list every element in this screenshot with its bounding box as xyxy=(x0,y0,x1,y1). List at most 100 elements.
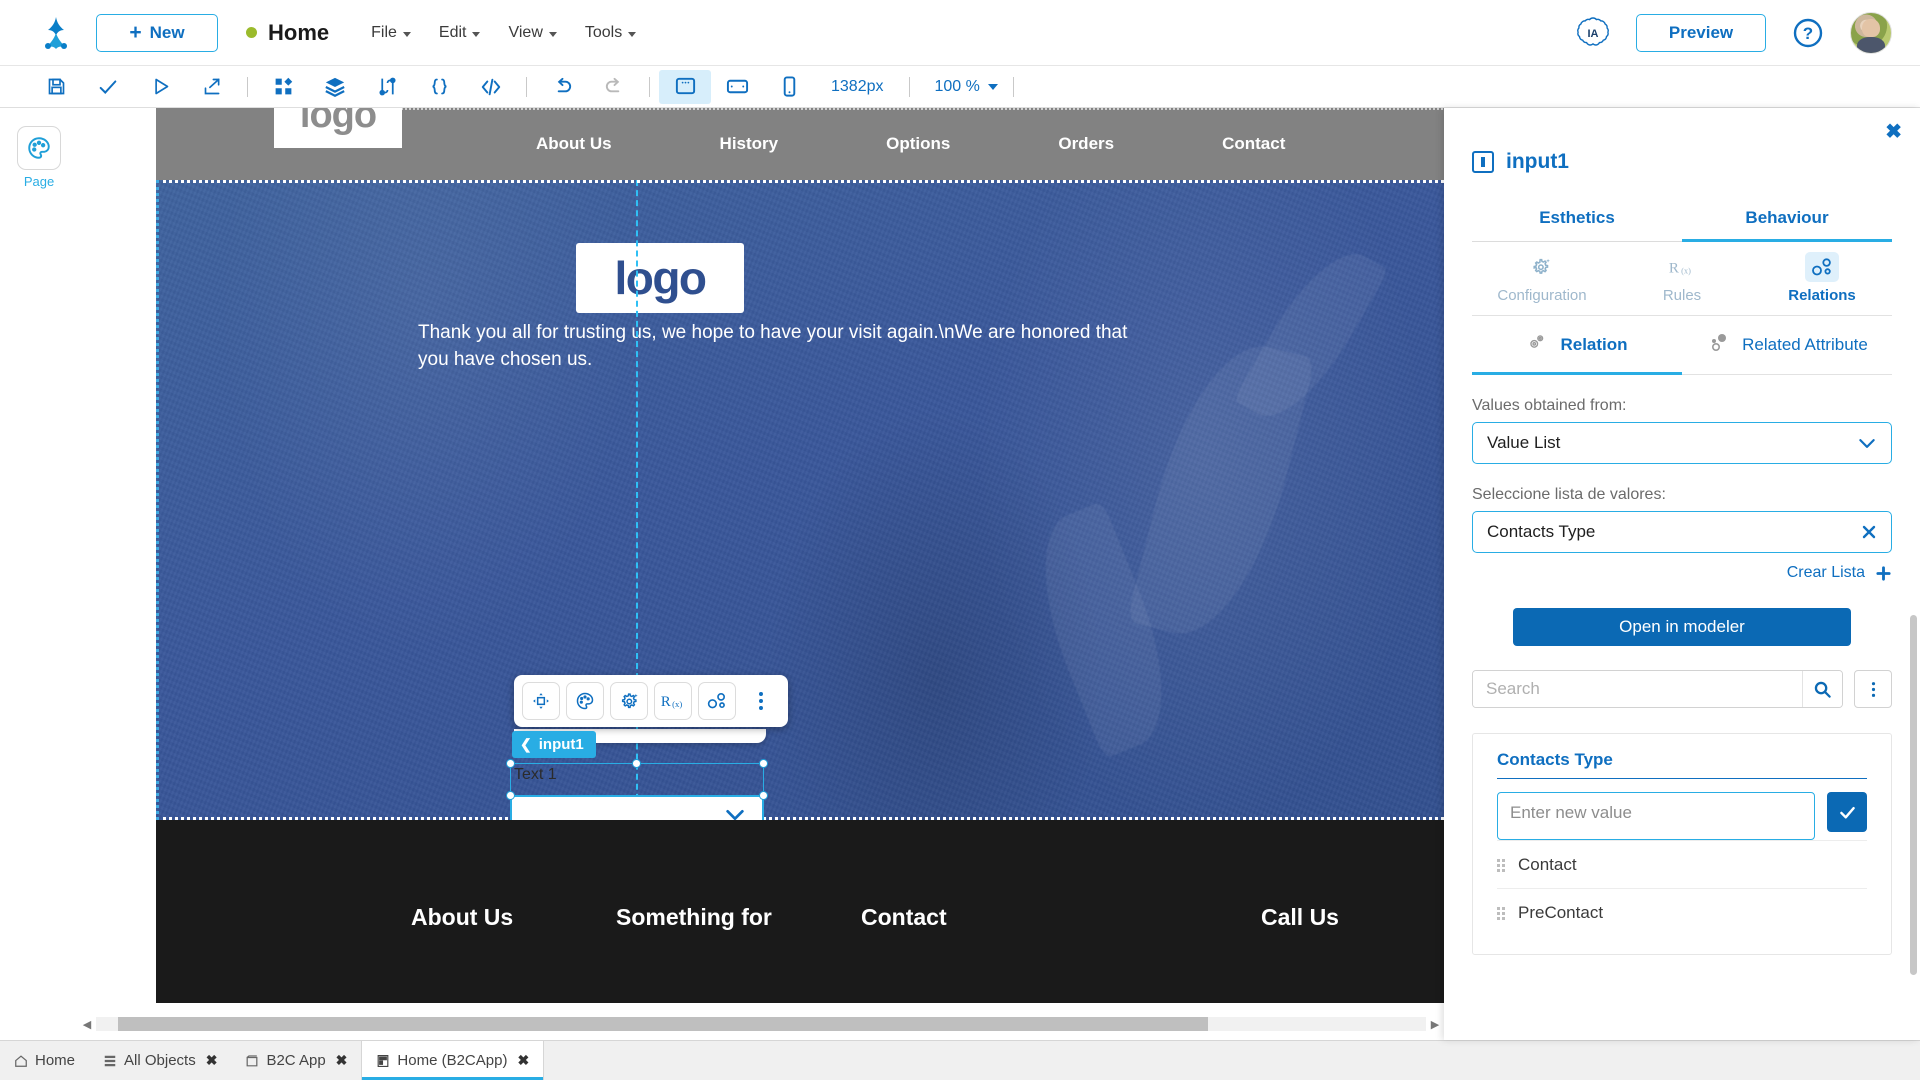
search-icon[interactable] xyxy=(1802,671,1842,707)
desktop-view-icon[interactable] xyxy=(659,70,711,104)
canvas-horizontal-scrollbar[interactable]: ◀ ▶ xyxy=(78,1016,1444,1032)
svg-text:?: ? xyxy=(1803,24,1813,43)
menu-file-label: File xyxy=(371,24,397,42)
page-title: Home xyxy=(268,20,329,46)
hero-logo[interactable]: logo xyxy=(576,243,744,313)
scroll-right-arrow[interactable]: ▶ xyxy=(1426,1018,1444,1031)
variables-icon[interactable] xyxy=(361,70,413,104)
bottom-tab-home-b2capp[interactable]: Home (B2CApp) ✖ xyxy=(361,1041,544,1080)
rules-icon[interactable]: R(x) xyxy=(654,682,692,720)
bottom-tab-home[interactable]: Home xyxy=(0,1041,89,1080)
menu-tools-label: Tools xyxy=(585,24,622,42)
nav-history[interactable]: History xyxy=(720,134,779,154)
list-item[interactable]: Contact xyxy=(1497,840,1867,888)
layers-icon[interactable] xyxy=(309,70,361,104)
design-canvas[interactable]: logo About Us History Options Orders Con… xyxy=(78,108,1444,1040)
new-button[interactable]: + New xyxy=(96,14,218,52)
footer-col-something-for: Something for xyxy=(616,904,861,931)
configuration-icon[interactable] xyxy=(610,682,648,720)
resize-handle[interactable] xyxy=(759,791,768,800)
selected-element-badge[interactable]: ❮ input1 xyxy=(512,731,596,758)
relations-icon[interactable] xyxy=(698,682,736,720)
search-options-kebab-icon[interactable] xyxy=(1854,670,1892,708)
subtab-related-attribute[interactable]: Related Attribute xyxy=(1682,316,1892,374)
resize-handle[interactable] xyxy=(506,759,515,768)
nav-options[interactable]: Options xyxy=(886,134,950,154)
undo-icon[interactable] xyxy=(536,70,588,104)
menu-tools[interactable]: Tools xyxy=(585,24,636,42)
subtab-relation[interactable]: Relation xyxy=(1472,316,1682,374)
list-icon xyxy=(103,1054,117,1068)
ia-badge-icon[interactable]: IA xyxy=(1576,16,1610,50)
list-item[interactable]: PreContact xyxy=(1497,888,1867,936)
toolbar-divider xyxy=(1013,77,1014,97)
resize-handle[interactable] xyxy=(759,759,768,768)
scrollbar-track[interactable] xyxy=(96,1017,1426,1031)
hero-section[interactable]: logo Thank you all for trusting us, we h… xyxy=(156,180,1444,820)
more-vertical-icon[interactable] xyxy=(742,682,780,720)
search-box[interactable] xyxy=(1472,670,1843,708)
drag-handle-icon[interactable] xyxy=(1497,859,1505,872)
scroll-left-arrow[interactable]: ◀ xyxy=(78,1018,96,1031)
value-list-label: Seleccione lista de valores: xyxy=(1472,486,1892,504)
run-icon[interactable] xyxy=(134,70,186,104)
nav-contact[interactable]: Contact xyxy=(1222,134,1285,154)
menu-view[interactable]: View xyxy=(508,24,556,42)
braces-icon[interactable] xyxy=(413,70,465,104)
rail-item-page[interactable]: Page xyxy=(17,126,61,189)
value-list-select[interactable]: Contacts Type xyxy=(1472,511,1892,553)
related-attribute-icon xyxy=(1706,331,1730,358)
subtab-rules[interactable]: R(x) Rules xyxy=(1612,242,1752,315)
resize-handle[interactable] xyxy=(506,791,515,800)
export-icon[interactable] xyxy=(186,70,238,104)
open-in-modeler-button[interactable]: Open in modeler xyxy=(1513,608,1851,646)
bottom-tab-b2c-app[interactable]: B2C App ✖ xyxy=(231,1041,361,1080)
avatar[interactable] xyxy=(1850,12,1892,54)
close-icon[interactable]: ✖ xyxy=(206,1052,218,1069)
confirm-new-value-button[interactable] xyxy=(1827,792,1867,832)
zoom-level-selector[interactable]: 100 % xyxy=(919,78,1004,96)
new-value-input[interactable] xyxy=(1497,792,1815,840)
rules-rx-icon: R(x) xyxy=(1665,252,1699,282)
header-guide-line xyxy=(302,108,1444,110)
panel-scrollbar-thumb[interactable] xyxy=(1910,615,1917,975)
close-icon[interactable]: ✖ xyxy=(336,1052,348,1069)
tab-behaviour[interactable]: Behaviour xyxy=(1682,196,1892,241)
bottom-tab-all-objects[interactable]: All Objects ✖ xyxy=(89,1041,231,1080)
combo-box-control[interactable] xyxy=(510,795,764,820)
drag-handle-icon[interactable] xyxy=(1497,907,1505,920)
code-icon[interactable] xyxy=(465,70,517,104)
values-from-select[interactable]: Value List xyxy=(1472,422,1892,464)
question-circle-icon[interactable]: ? xyxy=(1792,17,1824,49)
resize-handle[interactable] xyxy=(632,759,641,768)
check-icon[interactable] xyxy=(82,70,134,104)
move-icon[interactable] xyxy=(522,682,560,720)
subtab-relations[interactable]: Relations xyxy=(1752,242,1892,315)
save-icon[interactable] xyxy=(30,70,82,104)
close-icon[interactable]: ✖ xyxy=(1885,122,1902,142)
nav-orders[interactable]: Orders xyxy=(1058,134,1114,154)
search-input[interactable] xyxy=(1473,671,1802,707)
subtab-configuration[interactable]: Configuration xyxy=(1472,242,1612,315)
genexus-logo-icon[interactable] xyxy=(34,11,78,55)
menu-edit[interactable]: Edit xyxy=(439,24,481,42)
redo-icon[interactable] xyxy=(588,70,640,104)
menu-bar: File Edit View Tools xyxy=(371,24,636,42)
tablet-view-icon[interactable] xyxy=(711,70,763,104)
close-icon[interactable]: ✖ xyxy=(517,1052,529,1069)
palette-icon[interactable] xyxy=(566,682,604,720)
components-icon[interactable] xyxy=(257,70,309,104)
create-list-row[interactable]: Crear Lista xyxy=(1472,564,1892,582)
nav-about-us[interactable]: About Us xyxy=(536,134,612,154)
mobile-view-icon[interactable] xyxy=(763,70,815,104)
plus-icon xyxy=(1875,565,1892,582)
chevron-left-icon: ❮ xyxy=(520,736,532,753)
preview-button[interactable]: Preview xyxy=(1636,14,1766,52)
hero-text[interactable]: Thank you all for trusting us, we hope t… xyxy=(418,320,1138,374)
scrollbar-thumb[interactable] xyxy=(118,1017,1208,1031)
canvas-width-value[interactable]: 1382px xyxy=(815,78,900,96)
hero-selection-left-border xyxy=(156,180,159,820)
tab-esthetics[interactable]: Esthetics xyxy=(1472,196,1682,241)
menu-file[interactable]: File xyxy=(371,24,411,42)
bottom-tab-b2c-app-label: B2C App xyxy=(266,1052,325,1069)
